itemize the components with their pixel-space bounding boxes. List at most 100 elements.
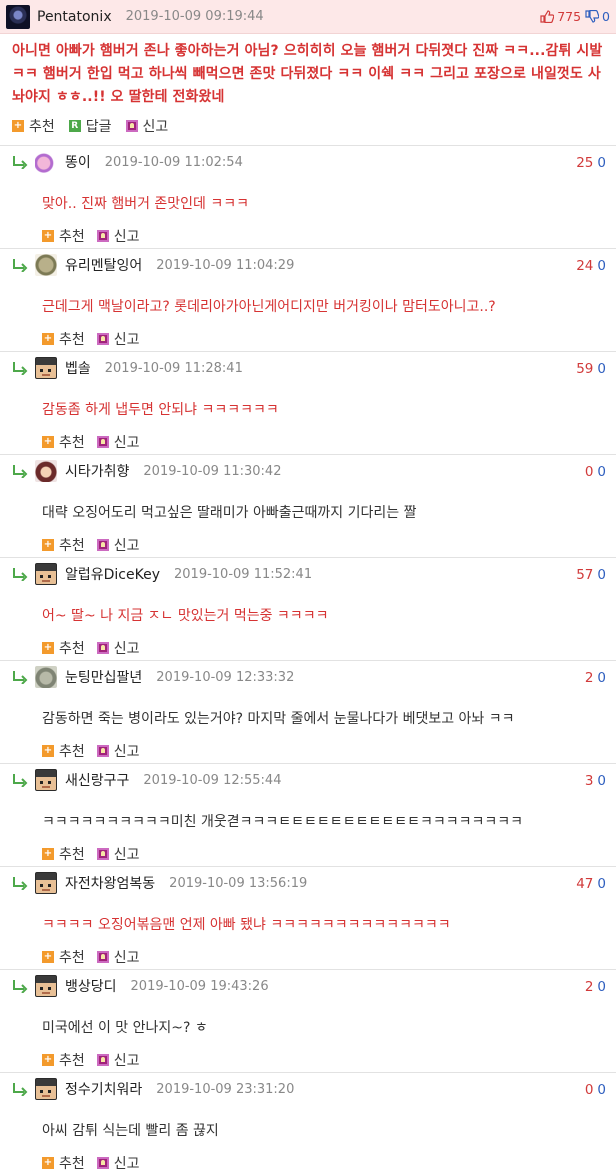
plus-icon: + <box>42 848 54 860</box>
comment-votes: 59 0 <box>576 361 606 377</box>
comment-downvote-count[interactable]: 0 <box>597 773 606 789</box>
comment-author[interactable]: 유리멘탈잉어 <box>65 255 142 275</box>
comment-downvote-count[interactable]: 0 <box>597 1082 606 1098</box>
comment-author[interactable]: 정수기치워라 <box>65 1079 142 1099</box>
comment-upvote-count[interactable]: 24 <box>576 258 593 274</box>
thumbs-down-icon[interactable] <box>585 10 600 23</box>
pinecone-avatar[interactable] <box>35 254 57 276</box>
recommend-label: 추천 <box>59 744 85 760</box>
report-button[interactable]: 신고 <box>125 116 168 136</box>
report-button[interactable]: 신고 <box>96 329 140 349</box>
comment-author[interactable]: 알럽유DiceKey <box>65 564 160 584</box>
comment-date: 2019-10-09 11:52:41 <box>174 566 313 582</box>
reply-button[interactable]: R 답글 <box>68 116 112 136</box>
recommend-button[interactable]: + 추천 <box>42 226 85 246</box>
comment-author[interactable]: 눈팅만십팔년 <box>65 667 142 687</box>
pixel-face-avatar[interactable] <box>35 357 57 379</box>
comment-downvote-count[interactable]: 0 <box>597 876 606 892</box>
plus-icon: + <box>12 120 24 132</box>
comment-item: 정수기치워라 2019-10-09 23:31:20 0 0 아씨 감튀 식는데 빨리 … <box>0 1073 616 1176</box>
report-icon <box>96 642 109 654</box>
comment-date: 2019-10-09 23:31:20 <box>156 1081 295 1097</box>
comment-upvote-count[interactable]: 0 <box>585 464 594 480</box>
comment-text: 감동하면 죽는 병이라도 있는거야? 마지막 줄에서 눈물나다가 베댓보고 아놔… <box>42 711 515 727</box>
reply-arrow-icon <box>13 259 28 272</box>
plus-icon: + <box>42 1054 54 1066</box>
reply-icon: R <box>68 120 81 132</box>
report-button[interactable]: 신고 <box>96 226 140 246</box>
comment-author[interactable]: 자전차왕엄복동 <box>65 873 155 893</box>
report-button[interactable]: 신고 <box>96 947 140 967</box>
comment-upvote-count[interactable]: 2 <box>585 670 594 686</box>
pixel-face-avatar[interactable] <box>35 1078 57 1100</box>
comment-author[interactable]: 뱅상당디 <box>65 976 117 996</box>
recommend-button[interactable]: + 추천 <box>42 1050 85 1070</box>
recommend-button[interactable]: + 추천 <box>42 535 85 555</box>
report-button[interactable]: 신고 <box>96 1050 140 1070</box>
recommend-label: 추천 <box>59 435 85 451</box>
recommend-label: 추천 <box>59 1156 85 1172</box>
comment-upvote-count[interactable]: 25 <box>576 155 593 171</box>
comment-header: 정수기치워라 2019-10-09 23:31:20 0 0 <box>12 1073 606 1105</box>
comment-upvote-count[interactable]: 3 <box>585 773 594 789</box>
comment-downvote-count[interactable]: 0 <box>597 979 606 995</box>
comment-upvote-count[interactable]: 59 <box>576 361 593 377</box>
comment-date: 2019-10-09 11:30:42 <box>143 463 282 479</box>
reply-arrow-icon <box>13 465 28 478</box>
post-body: 아니면 아빠가 햄버거 존나 좋아하는거 아님? 으히히히 오늘 햄버거 다뒤졋… <box>12 43 603 105</box>
report-button[interactable]: 신고 <box>96 432 140 452</box>
reply-arrow-icon <box>13 774 28 787</box>
report-label: 신고 <box>113 847 140 863</box>
comment-upvote-count[interactable]: 2 <box>585 979 594 995</box>
cat-avatar[interactable] <box>35 666 57 688</box>
comment-author[interactable]: 똥이 <box>65 152 91 172</box>
comment-downvote-count[interactable]: 0 <box>597 464 606 480</box>
comment-downvote-count[interactable]: 0 <box>597 567 606 583</box>
comment-text: 맞아.. 진짜 햄버거 존맛인데 ㅋㅋㅋ <box>42 196 250 212</box>
reply-arrow-icon <box>13 980 28 993</box>
recommend-label: 추천 <box>59 847 85 863</box>
recommend-button[interactable]: + 추천 <box>42 329 85 349</box>
anime-girl-avatar[interactable] <box>35 460 57 482</box>
report-button[interactable]: 신고 <box>96 1153 140 1173</box>
comment-votes: 47 0 <box>576 876 606 892</box>
post-actions: + 추천 R 답글 신고 <box>0 113 616 146</box>
recommend-button[interactable]: + 추천 <box>42 1153 85 1173</box>
report-icon <box>96 951 109 963</box>
comment-date: 2019-10-09 13:56:19 <box>169 875 308 891</box>
report-button[interactable]: 신고 <box>96 741 140 761</box>
recommend-label: 추천 <box>59 641 85 657</box>
recommend-button[interactable]: + 추천 <box>42 844 85 864</box>
post-author[interactable]: Pentatonix <box>37 9 112 25</box>
unicorn-avatar[interactable] <box>35 151 57 173</box>
report-button[interactable]: 신고 <box>96 535 140 555</box>
comment-upvote-count[interactable]: 47 <box>576 876 593 892</box>
comment-upvote-count[interactable]: 0 <box>585 1082 594 1098</box>
plus-icon: + <box>42 230 54 242</box>
comment-author[interactable]: 시타가취향 <box>65 461 129 481</box>
comment-downvote-count[interactable]: 0 <box>597 155 606 171</box>
recommend-button[interactable]: + 추천 <box>42 947 85 967</box>
post-author-avatar[interactable] <box>6 4 30 29</box>
comment-downvote-count[interactable]: 0 <box>597 258 606 274</box>
recommend-button[interactable]: + 추천 <box>42 432 85 452</box>
comment-author[interactable]: 새신랑구구 <box>65 770 129 790</box>
report-button[interactable]: 신고 <box>96 638 140 658</box>
report-label: 신고 <box>113 950 140 966</box>
comment-author[interactable]: 벱솔 <box>65 358 91 378</box>
thumbs-up-icon[interactable] <box>540 10 555 23</box>
pixel-face-avatar[interactable] <box>35 872 57 894</box>
recommend-button[interactable]: + 추천 <box>12 116 55 136</box>
comment-downvote-count[interactable]: 0 <box>597 361 606 377</box>
pixel-face-avatar[interactable] <box>35 975 57 997</box>
comment-item: 시타가취향 2019-10-09 11:30:42 0 0 대략 오징어도리 먹고싶은 … <box>0 455 616 558</box>
pixel-face-avatar[interactable] <box>35 563 57 585</box>
comment-upvote-count[interactable]: 57 <box>576 567 593 583</box>
comment-date: 2019-10-09 11:28:41 <box>104 360 243 376</box>
comment-downvote-count[interactable]: 0 <box>597 670 606 686</box>
recommend-button[interactable]: + 추천 <box>42 638 85 658</box>
recommend-button[interactable]: + 추천 <box>42 741 85 761</box>
pixel-face-avatar[interactable] <box>35 769 57 791</box>
report-label: 신고 <box>113 1156 140 1172</box>
report-button[interactable]: 신고 <box>96 844 140 864</box>
